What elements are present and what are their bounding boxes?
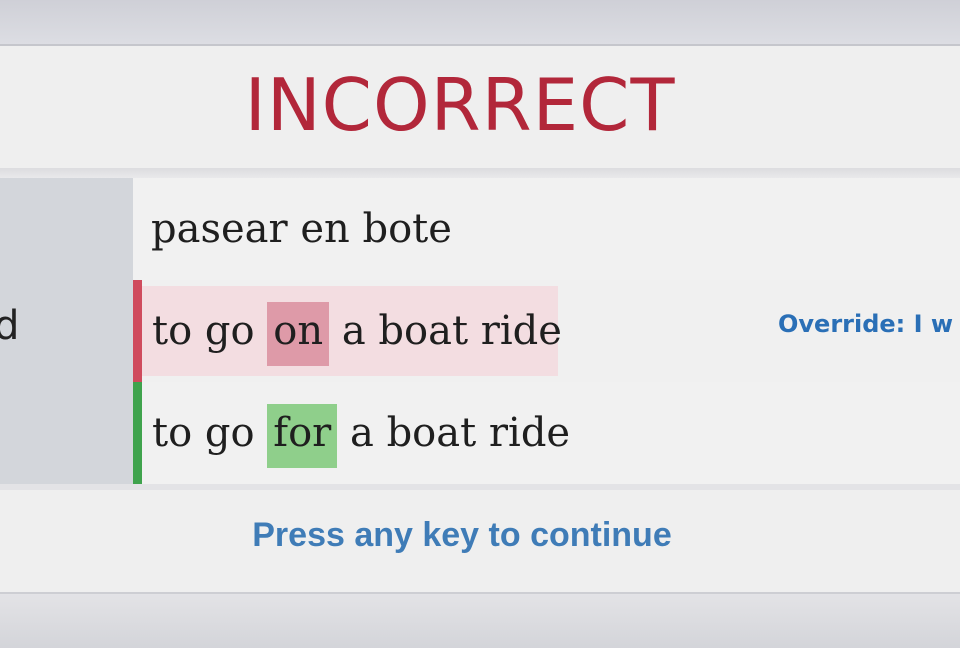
left-column: d bbox=[0, 178, 133, 484]
override-link[interactable]: Override: I w bbox=[778, 310, 953, 338]
user-answer-row: to go on a boat ride Override: I w bbox=[133, 280, 960, 382]
bottom-bar bbox=[0, 592, 960, 648]
correct-answer-text: to go for a boat ride bbox=[152, 404, 571, 468]
quiz-screen: INCORRECT d pasear en bote to go on a bo… bbox=[0, 0, 960, 648]
incorrect-indicator-bar bbox=[133, 280, 142, 382]
correct-answer-before: to go bbox=[152, 410, 268, 456]
top-bar bbox=[0, 0, 960, 46]
prompt-row: pasear en bote bbox=[133, 178, 960, 280]
user-answer-text: to go on a boat ride bbox=[152, 302, 562, 366]
correct-indicator-bar bbox=[133, 382, 142, 484]
divider bbox=[0, 168, 960, 178]
user-answer-before: to go bbox=[152, 308, 268, 354]
result-heading: INCORRECT bbox=[244, 63, 676, 147]
divider bbox=[0, 484, 960, 490]
left-column-glyph: d bbox=[0, 303, 20, 349]
wrong-word: on bbox=[267, 302, 330, 366]
prompt-text: pasear en bote bbox=[151, 206, 452, 252]
correct-answer-after: a boat ride bbox=[337, 410, 571, 456]
correct-answer-row: to go for a boat ride bbox=[133, 382, 960, 484]
right-word: for bbox=[267, 404, 338, 468]
user-answer-after: a boat ride bbox=[329, 308, 562, 354]
continue-prompt[interactable]: Press any key to continue bbox=[0, 516, 924, 555]
